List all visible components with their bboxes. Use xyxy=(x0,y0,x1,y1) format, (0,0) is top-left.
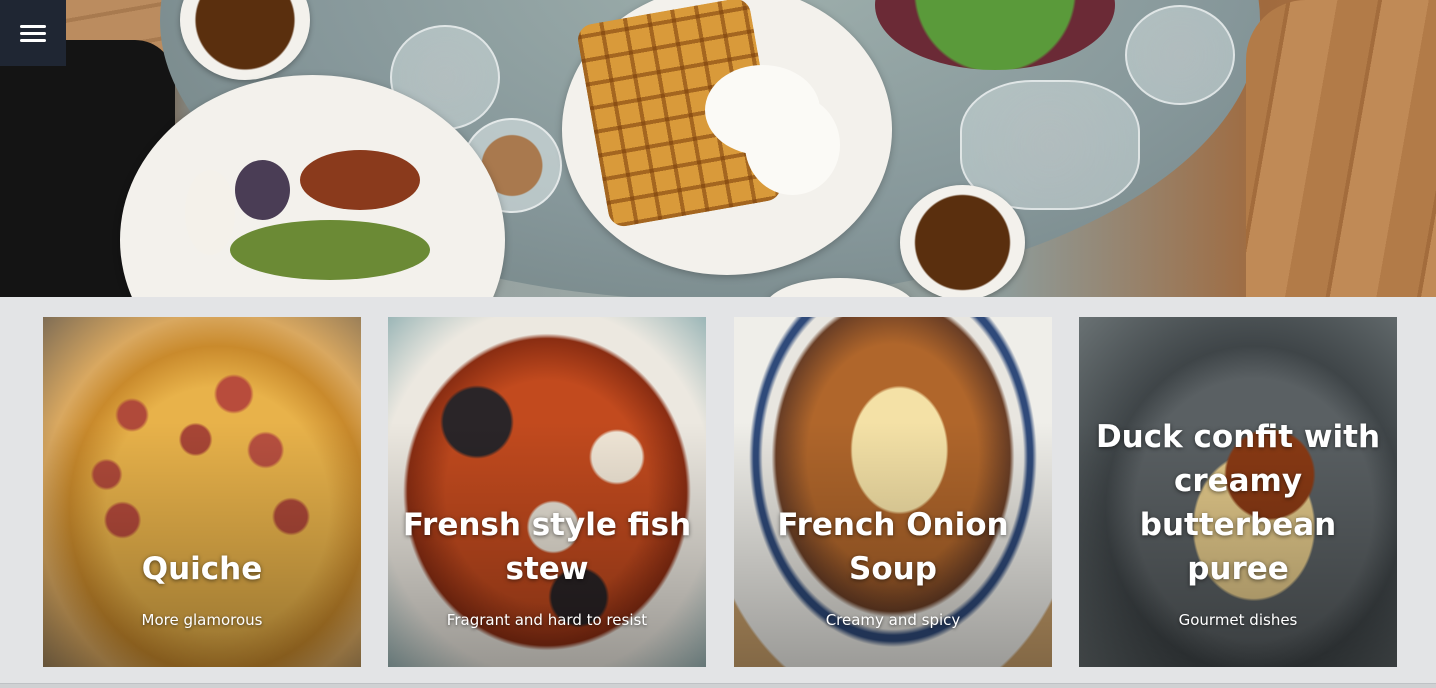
hamburger-menu-icon xyxy=(20,24,46,28)
card-subtitle: Gourmet dishes xyxy=(1178,611,1298,629)
recipe-card-fish-stew[interactable]: Frensh style fish stew Fragrant and hard… xyxy=(388,317,706,667)
card-subtitle: More glamorous xyxy=(141,611,263,629)
hero-image xyxy=(0,0,1436,297)
card-title: Duck confit with creamy butterbean puree xyxy=(1095,419,1381,587)
card-title: Quiche xyxy=(141,551,263,587)
recipe-card-quiche[interactable]: Quiche More glamorous xyxy=(43,317,361,667)
recipe-cards: Quiche More glamorous Frensh style fish … xyxy=(43,317,1397,667)
coffee-cup-right xyxy=(900,185,1025,297)
recipe-card-onion-soup[interactable]: French Onion Soup Creamy and spicy xyxy=(734,317,1052,667)
card-title: Frensh style fish stew xyxy=(402,507,692,587)
card-subtitle: Fragrant and hard to resist xyxy=(446,611,648,629)
menu-button[interactable] xyxy=(0,0,66,66)
card-title: French Onion Soup xyxy=(777,507,1009,587)
card-subtitle: Creamy and spicy xyxy=(825,611,961,629)
next-section-edge xyxy=(0,683,1436,688)
recipe-card-duck-confit[interactable]: Duck confit with creamy butterbean puree… xyxy=(1079,317,1397,667)
